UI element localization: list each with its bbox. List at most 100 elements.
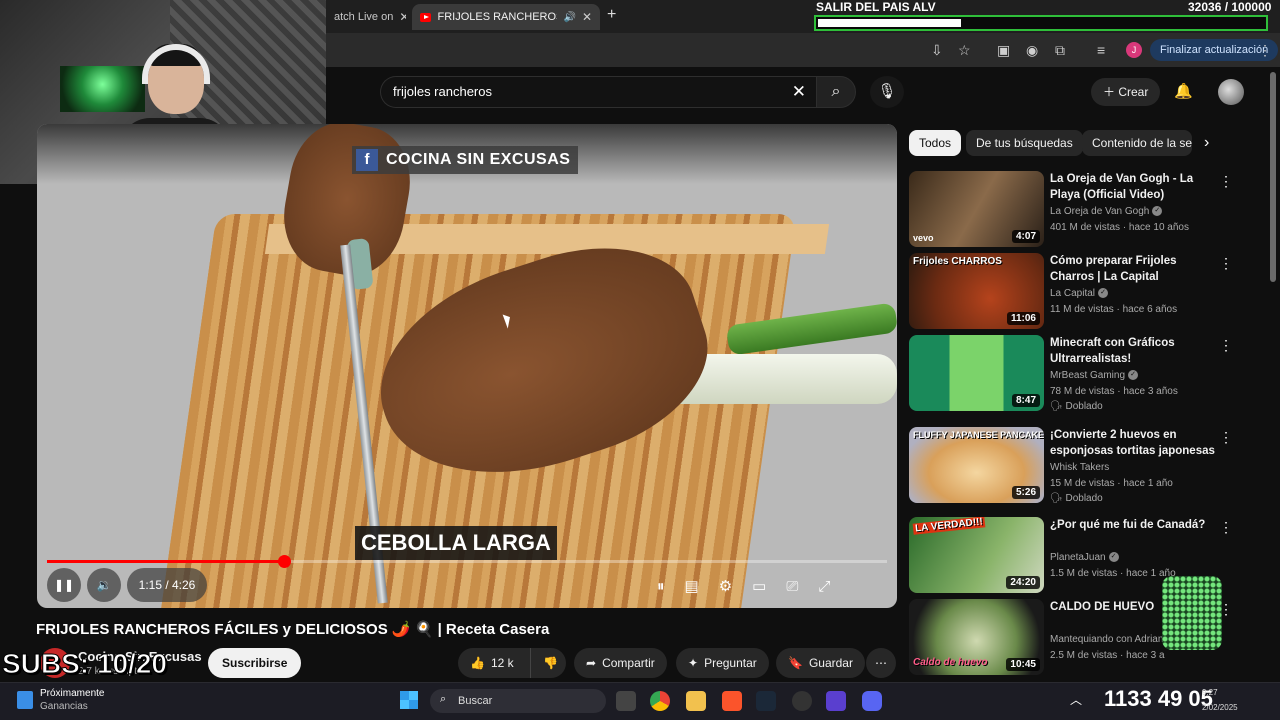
chip-from-searches[interactable]: De tus búsquedas (966, 130, 1083, 156)
search-button[interactable]: ⌕ (816, 76, 856, 108)
dubbed-icon: 🗣 (1050, 493, 1066, 504)
chip-all[interactable]: Todos (909, 130, 962, 156)
tab-live[interactable]: atch Live on ✕ (326, 4, 406, 30)
media-control-icon[interactable]: ≡ (1097, 42, 1105, 58)
fullscreen-icon[interactable]: ⤢ (818, 578, 830, 595)
chevron-right-icon[interactable]: › (1204, 134, 1209, 152)
rec-channel[interactable]: Whisk Takers (1050, 462, 1109, 473)
windows-start-icon[interactable] (400, 691, 418, 709)
volume-button[interactable]: 🔉 (87, 568, 121, 602)
subscribe-button[interactable]: Suscribirse (208, 648, 302, 678)
rec-channel[interactable]: Mantequiando con Adrian (1050, 634, 1163, 645)
cast-icon[interactable]: ⎚ (786, 578, 798, 595)
video-player[interactable]: f COCINA SIN EXCUSAS CEBOLLA LARGA ❚❚ 🔉 … (37, 124, 897, 608)
progress-scrubber[interactable] (277, 555, 291, 568)
video-thumbnail[interactable]: Caldo de huevo 10:45 (909, 599, 1044, 675)
rec-channel[interactable]: MrBeast Gaming ✓ (1050, 370, 1139, 381)
close-icon[interactable]: ✕ (399, 10, 406, 24)
rec-title[interactable]: Cómo preparar Frijoles Charros | La Capi… (1050, 253, 1215, 285)
search-input[interactable]: frijoles rancheros (393, 84, 492, 99)
widget-icon[interactable] (17, 691, 33, 709)
chip-related-content[interactable]: Contenido de la ser (1082, 130, 1192, 156)
taskbar-date[interactable]: 2/02/2025 (1202, 703, 1238, 712)
video-thumbnail[interactable]: LA VERDAD!!! 24:20 (909, 517, 1044, 593)
profile-avatar[interactable]: J (1126, 42, 1142, 58)
browser-menu-icon[interactable]: ⋮ (1258, 42, 1272, 59)
more-vertical-icon[interactable]: ⋮ (1219, 519, 1233, 536)
rec-title[interactable]: Minecraft con Gráficos Ultrarrealistas! (1050, 335, 1215, 367)
puzzle-icon[interactable]: ⧉ (1055, 42, 1065, 59)
brave-icon[interactable] (722, 691, 742, 711)
video-thumbnail[interactable]: 8:47 (909, 335, 1044, 411)
widget-title[interactable]: Próximamente (40, 688, 104, 699)
new-tab-icon[interactable]: + (607, 6, 616, 24)
app-icon[interactable] (826, 691, 846, 711)
account-avatar[interactable] (1218, 79, 1244, 105)
rec-meta: 78 M de vistas · hace 3 años (1050, 386, 1178, 397)
thumbnail-text: Frijoles CHARROS (913, 256, 1002, 267)
rec-title[interactable]: ¡Convierte 2 huevos en esponjosas tortit… (1050, 427, 1215, 459)
sparkle-icon: ✦ (688, 656, 699, 670)
page-scrollbar[interactable] (1270, 72, 1276, 282)
timer-overlay: 1133 49 05 (1104, 686, 1213, 711)
task-view-icon[interactable] (616, 691, 636, 711)
taskbar-search[interactable]: Buscar (430, 689, 606, 713)
rec-channel[interactable]: PlanetaJuan ✓ (1050, 552, 1119, 563)
share-button[interactable]: ➦ Compartir (574, 648, 667, 678)
extension-icon[interactable]: ▣ (997, 42, 1010, 59)
tab-label: FRIJOLES RANCHEROS FÁCI (437, 11, 558, 23)
pause-button[interactable]: ❚❚ (47, 568, 81, 602)
recommendation-item[interactable]: FLUFFY JAPANESE PANCAKES 5:26 ¡Convierte… (909, 427, 1269, 507)
progress-bar[interactable] (47, 555, 887, 568)
rec-channel[interactable]: La Oreja de Van Gogh ✓ (1050, 206, 1163, 217)
rec-meta: 2.5 M de vistas · hace 3 a (1050, 650, 1165, 661)
create-button[interactable]: ＋ Crear (1091, 78, 1161, 106)
save-button[interactable]: 🔖 Guardar (776, 648, 865, 678)
facebook-icon: f (356, 149, 378, 171)
bookmark-star-icon[interactable]: ☆ (958, 42, 971, 59)
tab-youtube-video[interactable]: FRIJOLES RANCHEROS FÁCI 🔊 ✕ (412, 4, 600, 30)
rec-title[interactable]: La Oreja de Van Gogh - La Playa (Officia… (1050, 171, 1215, 203)
video-title: FRIJOLES RANCHEROS FÁCILES y DELICIOSOS … (36, 621, 550, 638)
recommendation-item[interactable]: 8:47 Minecraft con Gráficos Ultrarrealis… (909, 335, 1269, 415)
goal-progress-fill (818, 19, 961, 27)
settings-gear-icon[interactable]: ⚙ (719, 577, 732, 595)
app-icon[interactable] (792, 691, 812, 711)
extension-icon[interactable]: ◉ (1026, 42, 1038, 59)
notifications-bell-icon[interactable]: 🔔 (1174, 82, 1193, 100)
search-box[interactable]: frijoles rancheros ✕ (380, 76, 816, 108)
ask-button[interactable]: ✦ Preguntar (676, 648, 769, 678)
dislike-button[interactable]: 👎 (530, 648, 566, 678)
windows-taskbar (0, 682, 1280, 720)
clear-search-icon[interactable]: ✕ (792, 82, 806, 102)
steam-icon[interactable] (756, 691, 776, 711)
install-icon[interactable]: ⇩ (931, 42, 943, 59)
like-button[interactable]: 👍 12 k (458, 648, 530, 678)
video-thumbnail[interactable]: vevo 4:07 (909, 171, 1044, 247)
thumbs-up-icon: 👍 (470, 656, 485, 670)
more-vertical-icon[interactable]: ⋮ (1219, 173, 1233, 190)
video-thumbnail[interactable]: Frijoles CHARROS 11:06 (909, 253, 1044, 329)
rec-channel[interactable]: La Capital ✓ (1050, 288, 1109, 299)
video-thumbnail[interactable]: FLUFFY JAPANESE PANCAKES 5:26 (909, 427, 1044, 503)
chrome-icon[interactable] (650, 691, 670, 711)
theater-mode-icon[interactable]: ▭ (752, 577, 766, 595)
more-vertical-icon[interactable]: ⋮ (1219, 429, 1233, 446)
close-icon[interactable]: ✕ (582, 10, 592, 24)
video-duration: 4:07 (1011, 230, 1040, 243)
chevron-up-icon[interactable]: ︿ (1070, 691, 1082, 708)
discord-icon[interactable] (862, 691, 882, 711)
more-vertical-icon[interactable]: ⋮ (1219, 337, 1233, 354)
taskbar-time[interactable]: 9:27 (1202, 688, 1218, 697)
voice-search-button[interactable]: 🎙 (870, 76, 904, 108)
subtitles-icon[interactable]: ▤ (685, 577, 699, 595)
more-vertical-icon[interactable]: ⋮ (1219, 255, 1233, 272)
youtube-icon (420, 12, 432, 22)
speaker-icon[interactable]: 🔊 (563, 12, 575, 23)
recommendation-item[interactable]: Frijoles CHARROS 11:06 Cómo preparar Fri… (909, 253, 1269, 333)
file-explorer-icon[interactable] (686, 691, 706, 711)
autoplay-toggle-icon[interactable]: ⏸ (657, 578, 665, 595)
rec-title[interactable]: ¿Por qué me fui de Canadá? (1050, 517, 1215, 533)
recommendation-item[interactable]: vevo 4:07 La Oreja de Van Gogh - La Play… (909, 171, 1269, 251)
more-actions-button[interactable]: ⋯ (866, 648, 896, 678)
